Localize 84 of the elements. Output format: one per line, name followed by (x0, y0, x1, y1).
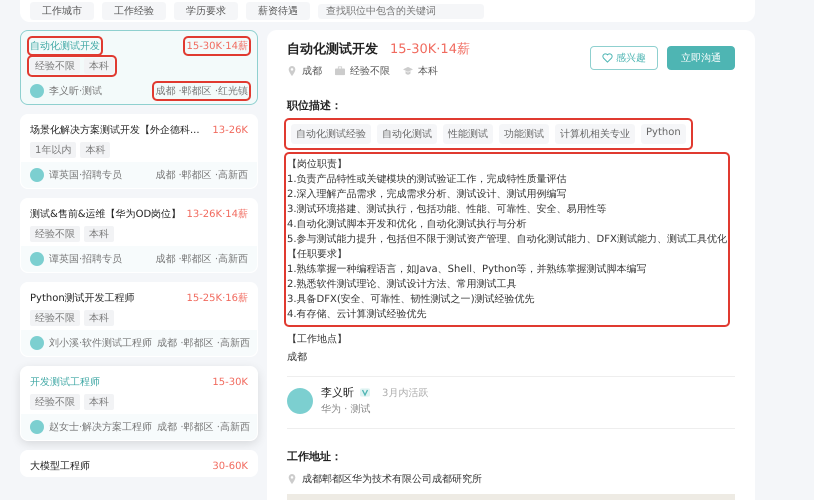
description-line: 1.熟练掌握一种编程语言，如Java、Shell、Python等，并熟练掌握测试脚本编写 (287, 262, 648, 277)
salary: 15-30K (212, 376, 248, 388)
job-title: 大模型工程师 (30, 460, 90, 473)
graduation-cap-icon (403, 66, 413, 76)
job-card[interactable]: 测试&售前&运维【华为OD岗位】 13-26K·14薪 经验不限 本科 谭英国·招聘专员 成都 ·郫都区 ·高新西 (20, 198, 258, 273)
job-title: Python测试开发工程师 (30, 292, 135, 305)
tag: 经验不限 (30, 226, 80, 242)
job-location: 成都 ·郫都区 ·红光镇 (155, 84, 248, 98)
skill-tag: 性能测试 (443, 124, 493, 144)
description-line: 4.有存储、云计算测试经验优先 (287, 308, 428, 322)
education: 本科 (418, 64, 438, 78)
search-field[interactable]: 查找职位中包含的关键词 (318, 4, 484, 18)
salary: 15-30K·14薪 (186, 39, 248, 53)
salary: 13-26K (212, 124, 248, 136)
location-pin-icon (287, 66, 297, 76)
recruiter-name: 李义昕·测试 (49, 84, 102, 98)
filter-dropdown[interactable]: 薪资待遇 (246, 2, 310, 20)
tag: 本科 (80, 142, 110, 158)
description-line: 5.参与测试能力提升，包括但不限于测试资产管理、自动化测试能力、DFX测试能力、测试工具优化 (287, 232, 727, 247)
tag: 本科 (84, 58, 114, 74)
salary: 30-60K (212, 460, 248, 472)
tag: 1年以内 (30, 142, 76, 158)
address: 成都郫都区华为技术有限公司成都研究所 (302, 472, 482, 486)
filter-dropdown[interactable]: 工作城市 (30, 2, 94, 20)
avatar (30, 336, 44, 350)
avatar (30, 168, 44, 182)
skill-tag: 自动化测试 (377, 124, 437, 144)
description-line: 3.具备DFX(安全、可靠性、韧性测试之一)测试经验优先 (287, 292, 536, 307)
avatar (287, 388, 313, 414)
recruiter-name: 谭英国·招聘专员 (49, 252, 122, 266)
location-pin-icon (287, 474, 297, 484)
skill-tag: Python (641, 124, 686, 144)
salary: 15-30K·14薪 (390, 41, 470, 58)
salary: 13-26K·14薪 (186, 208, 248, 221)
tag: 本科 (84, 310, 114, 326)
section-heading: 职位描述： (287, 98, 343, 113)
city: 成都 (302, 64, 322, 78)
description-line: 【任职要求】 (287, 248, 348, 262)
job-card[interactable]: 自动化测试开发 15-30K·14薪 经验不限 本科 李义昕·测试 成都 ·郫都区 ·红光镇 (20, 30, 258, 105)
experience: 经验不限 (350, 65, 390, 78)
heart-icon (602, 53, 613, 63)
description-line: 2.熟悉软件测试理论、测试设计方法、常用测试工具 (287, 278, 518, 292)
tag: 本科 (84, 394, 114, 410)
job-card[interactable]: Python测试开发工程师 15-25K·16薪 经验不限 本科 刘小溪·软件测试工程师 成都 ·郫都区 ·高新西 (20, 282, 258, 357)
briefcase-icon (335, 66, 345, 76)
recruiter-name: 谭英国·招聘专员 (49, 168, 122, 182)
skill-tag: 功能测试 (499, 124, 549, 144)
tag: 经验不限 (30, 310, 80, 326)
tag: 本科 (84, 226, 114, 242)
job-card[interactable]: 场景化解决方案测试开发【外企德科... 13-26K 1年以内 本科 谭英国·招聘专员 成都 ·郫都区 ·高新西 (20, 114, 258, 189)
description-line: 1.负责产品特性或关键模块的测试验证工作，完成特性质量评估 (287, 172, 568, 187)
job-title: 场景化解决方案测试开发【外企德科... (30, 124, 200, 137)
job-title: 测试&售前&运维【华为OD岗位】 (30, 208, 182, 221)
job-title: 自动化测试开发 (30, 39, 100, 53)
skill-tag: 计算机相关专业 (555, 124, 635, 144)
job-location: 成都 ·郫都区 ·高新西 (155, 252, 248, 266)
avatar (30, 84, 44, 98)
workplace: 成都 (287, 350, 308, 364)
job-card[interactable]: 开发测试工程师 15-30K 经验不限 本科 赵女士·解决方案工程师 成都 ·郫都区 ·高新西 (20, 366, 258, 441)
job-location: 成都 ·郫都区 ·高新西 (155, 168, 248, 182)
recruiter-name: 李义昕 (321, 385, 354, 400)
skill-tag: 自动化测试经验 (291, 124, 371, 144)
tag: 经验不限 (30, 58, 80, 74)
tag: 经验不限 (30, 394, 80, 410)
recruiter-name: 赵女士·解决方案工程师 (49, 420, 152, 434)
job-card[interactable]: 大模型工程师 30-60K (20, 450, 258, 477)
salary: 15-25K·16薪 (186, 292, 248, 305)
avatar (30, 420, 44, 434)
filter-dropdown[interactable]: 学历要求 (174, 2, 238, 20)
job-location: 成都 ·郫都区 ·高新西 (157, 336, 250, 350)
job-location: 成都 ·郫都区 ·高新西 (157, 420, 250, 434)
filter-dropdown[interactable]: 工作经验 (102, 2, 166, 20)
job-title: 开发测试工程师 (30, 376, 100, 389)
section-heading: 工作地址： (287, 449, 343, 464)
workplace-heading: 【工作地点】 (287, 332, 348, 346)
recruiter-name: 刘小溪·软件测试工程师 (49, 336, 152, 350)
description-line: 【岗位职责】 (287, 158, 348, 172)
job-title: 自动化测试开发 (287, 41, 378, 58)
description-line: 3.测试环境搭建、测试执行，包括功能、性能、可靠性、安全、易用性等 (287, 202, 608, 217)
avatar (30, 252, 44, 266)
description-line: 2.深入理解产品需求，完成需求分析、测试设计、测试用例编写 (287, 188, 568, 202)
active-status: 3月内活跃 (382, 386, 428, 400)
company: 华为 · 测试 (321, 402, 372, 416)
description-line: 4.自动化测试脚本开发和优化，自动化测试执行与分析 (287, 218, 528, 232)
